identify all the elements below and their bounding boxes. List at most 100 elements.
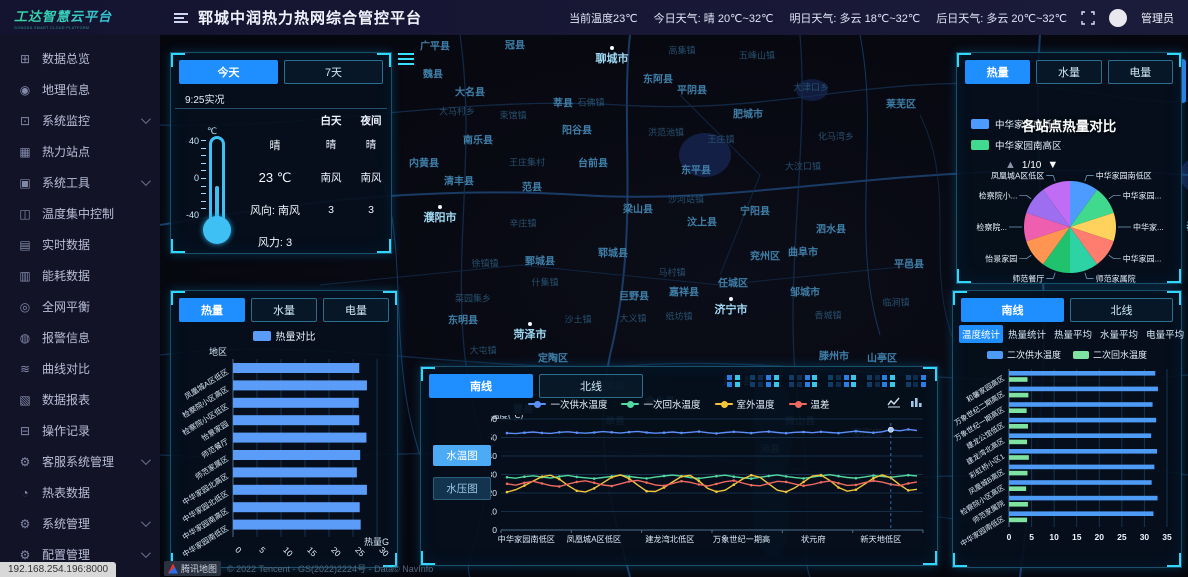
- service-gear-icon: ⚙: [18, 455, 32, 469]
- line-chart-toggle-icon[interactable]: [887, 395, 901, 409]
- pager-down-icon[interactable]: ▼: [1047, 159, 1058, 171]
- sidebar-item-报警信息[interactable]: ◍ 报警信息: [0, 322, 160, 353]
- thermo-tick-neg40: -40: [179, 210, 199, 220]
- station-heat-pie-panel: 热量水量电量 各站点热量对比 中华家园南低区 中华家园南高区 ▲ 1/10 ▼ …: [956, 52, 1182, 284]
- sidebar-toggle-icon[interactable]: [174, 13, 188, 23]
- svg-text:10: 10: [281, 545, 295, 559]
- line-temp-stats-panel: 南线北线 温度统计热量统计热量平均水量平均电量平均 二次供水温度二次回水温度 0…: [952, 290, 1182, 568]
- weather-col-night: 夜间: [351, 113, 391, 128]
- legend-item-室外温度[interactable]: 室外温度: [715, 397, 775, 411]
- svg-text:0: 0: [492, 525, 497, 535]
- metric-tab-热量[interactable]: 热量: [965, 60, 1030, 84]
- metric-tab-水量[interactable]: 水量: [1036, 60, 1101, 84]
- logo-title: 工达智慧云平台: [14, 6, 160, 25]
- legend-item-一次回水温度[interactable]: 一次回水温度: [621, 397, 700, 411]
- legend-swatch: [1073, 351, 1089, 359]
- thermo-tick-0: 0: [179, 173, 199, 183]
- line-tab-南线[interactable]: 南线: [429, 374, 533, 398]
- sidebar-item-热表数据[interactable]: ◔热表数据: [0, 477, 160, 508]
- metric-tab-电量[interactable]: 电量: [323, 298, 389, 322]
- sidebar-item-label: 系统管理: [42, 515, 90, 532]
- sidebar-item-全网平衡[interactable]: ◎全网平衡: [0, 291, 160, 322]
- svg-text:40: 40: [491, 451, 497, 461]
- chevron-down-icon: [141, 517, 151, 527]
- status-url: 192.168.254.196:8000: [0, 562, 116, 577]
- geo-info-icon: ◉: [18, 83, 32, 97]
- sidebar-item-操作记录[interactable]: ⊟操作记录: [0, 415, 160, 446]
- now-temp: 23 ℃: [239, 167, 311, 189]
- sidebar-item-地理信息[interactable]: ◉ 地理信息: [0, 74, 160, 105]
- line-tab-南线[interactable]: 南线: [961, 298, 1064, 322]
- legend-label: 一次回水温度: [643, 397, 700, 411]
- line-tab-北线[interactable]: 北线: [1070, 298, 1173, 322]
- metric-tab-水量[interactable]: 水量: [251, 298, 317, 322]
- left-chart-legend[interactable]: 热量对比: [171, 326, 397, 345]
- svg-text:35: 35: [1162, 532, 1172, 542]
- sidebar-item-温度集中控制[interactable]: ◫温度集中控制: [0, 198, 160, 229]
- stat-subtabs: 温度统计热量统计热量平均水量平均电量平均: [953, 324, 1181, 346]
- legend-swatch: [971, 140, 989, 150]
- sidebar-item-能耗数据[interactable]: ▥能耗数据: [0, 260, 160, 291]
- panel-collapse-icon[interactable]: [398, 53, 414, 65]
- bar-chart-toggle-icon[interactable]: [909, 395, 923, 409]
- energy-icon: ▥: [18, 269, 32, 283]
- south-north-tabs: 南线北线: [953, 291, 1181, 324]
- stat-subtab-水量平均[interactable]: 水量平均: [1097, 325, 1141, 343]
- weather-tab-7天[interactable]: 7天: [284, 60, 383, 84]
- metric-tab-热量[interactable]: 热量: [179, 298, 245, 322]
- sidebar-item-系统工具[interactable]: ▣系统工具: [0, 167, 160, 198]
- sidebar-item-数据报表[interactable]: ▧数据报表: [0, 384, 160, 415]
- pie-title: 各站点热量对比: [957, 115, 1181, 135]
- legend-item-二次供水温度[interactable]: 二次供水温度: [987, 348, 1061, 361]
- stat-subtab-热量平均[interactable]: 热量平均: [1051, 325, 1095, 343]
- sidebar-item-系统管理[interactable]: ⚙系统管理: [0, 508, 160, 539]
- legend-label: 热量对比: [276, 328, 316, 343]
- svg-text:怡景家园: 怡景家园: [985, 254, 1017, 264]
- pie-legend-item[interactable]: 中华家园南高区: [971, 138, 1062, 152]
- line-tab-北线[interactable]: 北线: [539, 374, 643, 398]
- sidebar-item-label: 客服系统管理: [42, 453, 114, 470]
- user-name[interactable]: 管理员: [1141, 10, 1174, 26]
- sidebar-item-实时数据[interactable]: ▤实时数据: [0, 229, 160, 260]
- realtime-icon: ▤: [18, 238, 32, 252]
- fullscreen-icon[interactable]: [1081, 11, 1095, 25]
- header: 工达智慧云平台 GONGDA SMART CLOUD PLATFORM 郓城中润…: [0, 0, 1188, 35]
- legend-item-二次回水温度[interactable]: 二次回水温度: [1073, 348, 1147, 361]
- sidebar-item-系统监控[interactable]: ⊡系统监控: [0, 105, 160, 136]
- svg-text:状元府: 状元府: [801, 534, 826, 544]
- legend-item-一次供水温度[interactable]: 一次供水温度: [528, 397, 607, 411]
- stat-subtab-电量平均[interactable]: 电量平均: [1143, 325, 1187, 343]
- pager-up-icon[interactable]: ▲: [1005, 159, 1016, 171]
- sidebar-item-数据总览[interactable]: ⊞数据总览: [0, 43, 160, 74]
- sidebar-item-热力站点[interactable]: ▦热力站点: [0, 136, 160, 167]
- header-weather-item: 明日天气: 多云 18℃~32℃: [789, 10, 920, 26]
- svg-text:万象世纪一期高: 万象世纪一期高: [713, 534, 770, 544]
- sidebar-item-label: 地理信息: [42, 81, 90, 98]
- alarm-icon: ◍: [18, 331, 32, 345]
- pager-indicator: 1/10: [1022, 160, 1041, 171]
- station-heat-bar-chart: 地区051015202530凤凰城A区低区检察院小区高区检察院小区低区怡景家园师…: [171, 345, 393, 567]
- header-weather-item: 当前温度23℃: [569, 10, 638, 26]
- temperature-curve-panel: 南线北线 一次供水温度一次回水温度室外温度温差 水温图 水压图 温度(℃)605…: [420, 366, 938, 566]
- svg-text:20: 20: [491, 488, 497, 498]
- sidebar-item-label: 报警信息: [42, 329, 90, 346]
- wind-direction: 风向: 南风: [239, 199, 311, 221]
- stat-subtab-温度统计[interactable]: 温度统计: [959, 325, 1003, 343]
- svg-text:5: 5: [1029, 532, 1034, 542]
- avatar[interactable]: [1109, 9, 1127, 27]
- stat-subtab-热量统计[interactable]: 热量统计: [1005, 325, 1049, 343]
- wind-power: 风力: 3: [239, 231, 311, 253]
- map-canvas[interactable]: 聊城市泰安市濮阳市菏泽市济宁市广平县冠县魏县东阿县平阴县大名县莘县肥城市莱芜区南…: [160, 35, 1188, 577]
- metric-tab-电量[interactable]: 电量: [1108, 60, 1173, 84]
- header-right: 当前温度23℃今日天气: 晴 20℃~32℃明日天气: 多云 18℃~32℃后日…: [569, 9, 1188, 27]
- water-pressure-button[interactable]: 水压图: [433, 477, 491, 500]
- legend-item-温差[interactable]: 温差: [789, 397, 830, 411]
- svg-text:25: 25: [1117, 532, 1127, 542]
- sidebar-item-label: 曲线对比: [42, 360, 90, 377]
- sidebar-item-曲线对比[interactable]: ≋曲线对比: [0, 353, 160, 384]
- sidebar-item-客服系统管理[interactable]: ⚙ 客服系统管理: [0, 446, 160, 477]
- water-temp-button[interactable]: 水温图: [433, 445, 491, 466]
- svg-text:10: 10: [491, 507, 497, 517]
- weather-tab-今天[interactable]: 今天: [179, 60, 278, 84]
- map-attribution: 腾讯地图 © 2022 Tencent - GS(2022)2224号 - Da…: [164, 561, 433, 576]
